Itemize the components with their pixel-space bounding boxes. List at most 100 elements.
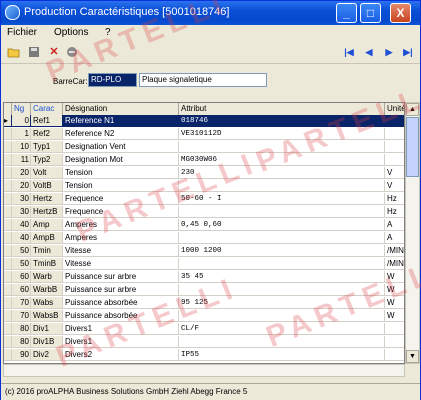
table-row[interactable]: 70 Wabs Puissance absorbée 95 125 W	[4, 297, 404, 309]
cell-unite[interactable]: V	[385, 180, 404, 192]
cell-ng[interactable]: 30	[12, 206, 31, 218]
row-selector[interactable]	[4, 245, 12, 257]
cell-carac[interactable]: TminB	[31, 258, 63, 270]
cell-ng[interactable]: 20	[12, 180, 31, 192]
table-row[interactable]: 80 Div1 Divers1 CL/F	[4, 323, 404, 335]
cell-attribut[interactable]: 35 45	[179, 271, 385, 283]
row-selector[interactable]	[4, 297, 12, 309]
table-row[interactable]: 50 TminB Vitesse/MIN	[4, 258, 404, 270]
cell-designation[interactable]: Designation Mot	[63, 154, 179, 166]
vertical-scrollbar[interactable]: ▲ ▼	[405, 102, 420, 364]
cell-attribut[interactable]: 0,45 0,60	[179, 219, 385, 231]
cell-unite[interactable]: W	[385, 284, 404, 296]
column-header-attribut[interactable]: Attribut	[179, 103, 385, 115]
cell-attribut[interactable]: 50-60 - I	[179, 193, 385, 205]
column-header-unite[interactable]: Unité	[385, 103, 404, 115]
cell-unite[interactable]	[385, 323, 404, 335]
cell-designation[interactable]: Amperes	[63, 232, 179, 244]
barrecar-input[interactable]: RD-PLO	[88, 73, 137, 87]
cell-unite[interactable]: Hz	[385, 193, 404, 205]
cell-attribut[interactable]: MG030W06	[179, 154, 385, 166]
cell-ng[interactable]: 20	[12, 167, 31, 179]
cell-ng[interactable]: 70	[12, 297, 31, 309]
cell-designation[interactable]: Amperes	[63, 219, 179, 231]
column-header-ng[interactable]: Ng	[12, 103, 31, 115]
cell-ng[interactable]: 11	[12, 154, 31, 166]
cell-ng[interactable]: 50	[12, 258, 31, 270]
cell-carac[interactable]: Ref1	[31, 115, 63, 127]
last-record-icon[interactable]: ▶|	[401, 45, 415, 59]
cell-designation[interactable]: Tension	[63, 180, 179, 192]
cell-ng[interactable]: 80	[12, 323, 31, 335]
row-selector[interactable]	[4, 232, 12, 244]
cell-attribut[interactable]: IP55	[179, 349, 385, 361]
cancel-icon[interactable]	[65, 45, 79, 59]
table-row[interactable]: 40 AmpB Amperes A	[4, 232, 404, 244]
cell-carac[interactable]: VoltB	[31, 180, 63, 192]
cell-ng[interactable]: 60	[12, 284, 31, 296]
cell-attribut[interactable]: 018746	[179, 115, 385, 127]
cell-ng[interactable]: 60	[12, 271, 31, 283]
cell-carac[interactable]: Div1B	[31, 336, 63, 348]
cell-designation[interactable]: Puissance sur arbre	[63, 284, 179, 296]
maximize-button[interactable]: □	[360, 3, 381, 23]
open-folder-icon[interactable]	[7, 45, 21, 59]
column-header-carac[interactable]: Carac	[31, 103, 63, 115]
cell-designation[interactable]: Reference N1	[63, 115, 179, 127]
cell-unite[interactable]: /MIN	[385, 245, 404, 257]
table-row[interactable]: 11 Typ2 Designation Mot MG030W06	[4, 154, 404, 166]
cell-carac[interactable]: WarbB	[31, 284, 63, 296]
cell-attribut[interactable]	[179, 336, 385, 348]
next-record-icon[interactable]: ▶	[382, 45, 396, 59]
first-record-icon[interactable]: |◀	[342, 45, 356, 59]
cell-unite[interactable]	[385, 349, 404, 361]
cell-unite[interactable]: /MIN	[385, 258, 404, 270]
cell-unite[interactable]	[385, 154, 404, 166]
cell-carac[interactable]: Div1	[31, 323, 63, 335]
cell-ng[interactable]: 40	[12, 219, 31, 231]
cell-carac[interactable]: Wabs	[31, 297, 63, 309]
row-selector[interactable]	[4, 206, 12, 218]
cell-carac[interactable]: Warb	[31, 271, 63, 283]
cell-carac[interactable]: Volt	[31, 167, 63, 179]
minimize-button[interactable]: _	[336, 3, 357, 23]
delete-icon[interactable]: ✕	[47, 45, 61, 59]
table-row[interactable]: ▸ 0 Ref1 Reference N1 018746	[4, 115, 404, 127]
cell-designation[interactable]: Puissance absorbée	[63, 310, 179, 322]
scroll-thumb[interactable]	[406, 117, 419, 177]
scroll-up-icon[interactable]: ▲	[406, 103, 419, 116]
cell-attribut[interactable]	[179, 284, 385, 296]
cell-designation[interactable]: Frequence	[63, 206, 179, 218]
cell-unite[interactable]: W	[385, 271, 404, 283]
table-row[interactable]: 30 Hertz Frequence 50-60 - I Hz	[4, 193, 404, 205]
menu-fichier[interactable]: Fichier	[7, 27, 37, 38]
cell-ng[interactable]: 50	[12, 245, 31, 257]
cell-unite[interactable]: A	[385, 232, 404, 244]
cell-designation[interactable]: Divers2	[63, 349, 179, 361]
save-icon[interactable]	[27, 45, 41, 59]
title-bar[interactable]: Production Caractéristiques [5001018746]…	[1, 1, 420, 25]
table-row[interactable]: 60 WarbB Puissance sur arbre W	[4, 284, 404, 296]
cell-designation[interactable]: Puissance sur arbre	[63, 271, 179, 283]
cell-ng[interactable]: 40	[12, 232, 31, 244]
menu-help[interactable]: ?	[105, 27, 111, 38]
table-row[interactable]: 10 Typ1 Designation Vent	[4, 141, 404, 153]
row-selector[interactable]	[4, 167, 12, 179]
cell-carac[interactable]: Ref2	[31, 128, 63, 140]
table-row[interactable]: 20 Volt Tension 230 V	[4, 167, 404, 179]
cell-attribut[interactable]	[179, 141, 385, 153]
row-selector[interactable]	[4, 180, 12, 192]
row-selector[interactable]	[4, 284, 12, 296]
cell-attribut[interactable]	[179, 258, 385, 270]
row-selector[interactable]	[4, 349, 12, 361]
cell-carac[interactable]: HertzB	[31, 206, 63, 218]
cell-attribut[interactable]: 95 125	[179, 297, 385, 309]
cell-unite[interactable]	[385, 141, 404, 153]
row-selector[interactable]	[4, 219, 12, 231]
cell-ng[interactable]: 1	[12, 128, 31, 140]
table-row[interactable]: 90 Div2 Divers2 IP55	[4, 349, 404, 361]
cell-unite[interactable]: W	[385, 310, 404, 322]
row-selector[interactable]	[4, 128, 12, 140]
cell-attribut[interactable]: CL/F	[179, 323, 385, 335]
previous-record-icon[interactable]: ◀	[362, 45, 376, 59]
